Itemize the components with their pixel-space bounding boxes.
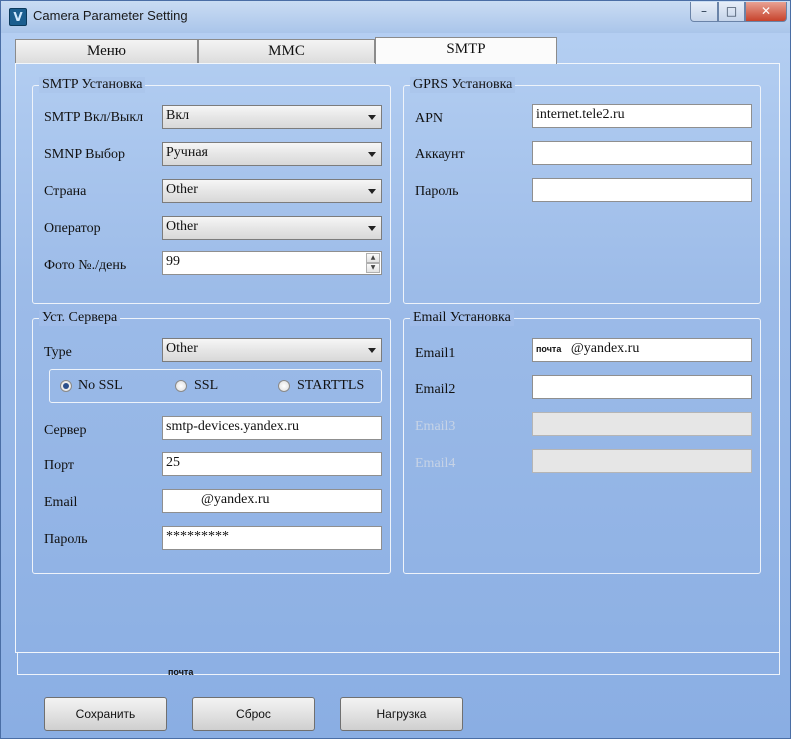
smtp-onoff-value: Вкл: [166, 108, 190, 123]
spin-up-icon[interactable]: ▲: [366, 253, 380, 263]
spin-buttons: ▲ ▼: [366, 253, 380, 273]
smtp-onoff-label: SMTP Вкл/Выкл: [44, 110, 144, 125]
email2-field[interactable]: [532, 375, 752, 399]
gprs-password-label: Пароль: [415, 184, 459, 199]
email2-label: Email2: [415, 382, 456, 397]
server-email-field[interactable]: @yandex.ru: [162, 489, 382, 513]
operator-select[interactable]: Other: [162, 216, 382, 240]
server-label: Сервер: [44, 423, 87, 438]
reset-button[interactable]: Сброс: [192, 697, 315, 731]
server-email-label: Email: [44, 495, 78, 510]
email4-field: [532, 449, 752, 473]
smnp-mode-value: Ручная: [166, 145, 208, 160]
starttls-label[interactable]: STARTTLS: [297, 378, 364, 394]
server-password-label: Пароль: [44, 532, 88, 547]
status-strip: [17, 653, 780, 675]
status-strip-text: почта: [168, 667, 194, 677]
window-title: Camera Parameter Setting: [33, 8, 188, 23]
no-ssl-radio[interactable]: [60, 380, 72, 392]
no-ssl-label[interactable]: No SSL: [78, 378, 123, 394]
apn-field[interactable]: internet.tele2.ru: [532, 104, 752, 128]
gprs-password-field[interactable]: [532, 178, 752, 202]
country-value: Other: [166, 182, 198, 197]
email-setup-title: Email Установка: [410, 310, 514, 326]
ssl-options-group: No SSL SSL STARTTLS: [49, 369, 382, 403]
email1-value: @yandex.ru: [570, 341, 640, 356]
camera-parameter-window: V Camera Parameter Setting – □ ✕ Меню MM…: [0, 0, 791, 739]
app-icon: V: [9, 8, 27, 26]
chevron-down-icon: [368, 189, 376, 194]
title-bar: V Camera Parameter Setting – □ ✕: [1, 1, 790, 33]
email3-label: Email3: [415, 419, 456, 434]
email1-label: Email1: [415, 346, 456, 361]
email1-prefix: почта: [536, 344, 562, 354]
smtp-onoff-select[interactable]: Вкл: [162, 105, 382, 129]
close-button[interactable]: ✕: [745, 2, 787, 22]
photos-per-day-label: Фото №./день: [44, 258, 127, 273]
account-field[interactable]: [532, 141, 752, 165]
email1-field[interactable]: почта @yandex.ru: [532, 338, 752, 362]
chevron-down-icon: [368, 152, 376, 157]
server-setup-title: Уст. Сервера: [39, 310, 121, 326]
smtp-setup-title: SMTP Установка: [39, 77, 146, 93]
email-setup-group: Email Установка Email1 почта @yandex.ru …: [403, 310, 761, 574]
save-button[interactable]: Сохранить: [44, 697, 167, 731]
starttls-radio[interactable]: [278, 380, 290, 392]
spin-down-icon[interactable]: ▼: [366, 263, 380, 273]
chevron-down-icon: [368, 348, 376, 353]
minimize-button[interactable]: –: [690, 2, 718, 22]
server-setup-group: Уст. Сервера Type Other No SSL SSL START…: [32, 310, 391, 574]
email4-label: Email4: [415, 456, 456, 471]
email3-field: [532, 412, 752, 436]
chevron-down-icon: [368, 226, 376, 231]
tab-mmc[interactable]: MMC: [198, 39, 375, 63]
account-label: Аккаунт: [415, 147, 465, 162]
ssl-label[interactable]: SSL: [194, 378, 218, 394]
country-label: Страна: [44, 184, 87, 199]
chevron-down-icon: [368, 115, 376, 120]
load-button[interactable]: Нагрузка: [340, 697, 463, 731]
smtp-tab-panel: SMTP Установка SMTP Вкл/Выкл Вкл SMNP Вы…: [15, 63, 780, 653]
tab-menu[interactable]: Меню: [15, 39, 198, 63]
server-field[interactable]: smtp-devices.yandex.ru: [162, 416, 382, 440]
smnp-mode-label: SMNP Выбор: [44, 147, 125, 162]
server-password-field[interactable]: *********: [162, 526, 382, 550]
country-select[interactable]: Other: [162, 179, 382, 203]
gprs-setup-group: GPRS Установка APN internet.tele2.ru Акк…: [403, 77, 761, 304]
maximize-button[interactable]: □: [718, 2, 745, 22]
server-type-select[interactable]: Other: [162, 338, 382, 362]
type-label: Type: [44, 345, 72, 360]
photos-per-day-stepper[interactable]: 99 ▲ ▼: [162, 251, 382, 275]
port-label: Порт: [44, 458, 75, 473]
operator-value: Other: [166, 219, 198, 234]
smtp-setup-group: SMTP Установка SMTP Вкл/Выкл Вкл SMNP Вы…: [32, 77, 391, 304]
port-field[interactable]: 25: [162, 452, 382, 476]
gprs-setup-title: GPRS Установка: [410, 77, 516, 93]
ssl-radio[interactable]: [175, 380, 187, 392]
apn-label: APN: [415, 111, 444, 126]
server-type-value: Other: [166, 341, 198, 356]
photos-per-day-value: 99: [166, 254, 180, 269]
tab-smtp[interactable]: SMTP: [375, 37, 557, 64]
operator-label: Оператор: [44, 221, 101, 236]
smnp-mode-select[interactable]: Ручная: [162, 142, 382, 166]
